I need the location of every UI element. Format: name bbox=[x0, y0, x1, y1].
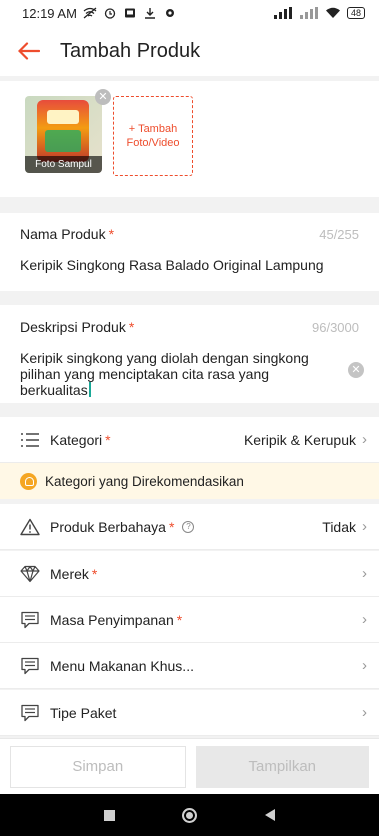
recommended-category-text: Kategori yang Direkomendasikan bbox=[45, 473, 244, 489]
required-mark: * bbox=[168, 518, 175, 535]
diamond-icon bbox=[20, 564, 40, 584]
signal-icon bbox=[273, 7, 292, 19]
char-count: 45/255 bbox=[319, 226, 359, 242]
category-row[interactable]: Kategori * Keripik & Kerupuk › bbox=[0, 417, 379, 463]
remove-photo-button[interactable]: ✕ bbox=[95, 89, 111, 105]
category-value: Keripik & Kerupuk bbox=[243, 431, 356, 448]
publish-button[interactable]: Tampilkan bbox=[195, 745, 369, 788]
battery-icon: 48 bbox=[346, 7, 365, 19]
page-title: Tambah Produk bbox=[60, 39, 201, 62]
download-icon bbox=[144, 8, 155, 19]
required-mark: * bbox=[105, 431, 111, 448]
char-count: 96/3000 bbox=[312, 319, 359, 335]
shelf-life-row[interactable]: Masa Penyimpanan * › bbox=[0, 597, 379, 643]
wifi-off-icon bbox=[83, 7, 97, 19]
brand-label: Merek bbox=[50, 565, 89, 582]
warning-icon bbox=[20, 517, 40, 537]
required-mark: * bbox=[128, 319, 135, 335]
arrow-left-icon bbox=[18, 42, 40, 60]
package-type-label: Tipe Paket bbox=[50, 704, 117, 721]
status-time: 12:19 AM bbox=[22, 5, 77, 21]
recents-icon[interactable] bbox=[103, 809, 115, 821]
dangerous-product-value: Tidak bbox=[322, 518, 356, 535]
description-text: Keripik singkong yang diolah dengan sing… bbox=[20, 350, 309, 398]
list-icon bbox=[20, 430, 40, 450]
description-label: Deskripsi Produk bbox=[20, 319, 126, 335]
add-photo-video-button[interactable]: + Tambah Foto/Video bbox=[113, 96, 193, 176]
description-input[interactable]: Keripik singkong yang diolah dengan sing… bbox=[20, 350, 340, 398]
product-name-field[interactable]: Nama Produk * 45/255 Keripik Singkong Ra… bbox=[0, 213, 379, 291]
lightbulb-icon bbox=[20, 472, 37, 490]
signal-4g-icon bbox=[299, 7, 318, 19]
alarm-icon bbox=[104, 8, 116, 19]
product-name-input[interactable]: Keripik Singkong Rasa Balado Original La… bbox=[20, 257, 359, 273]
settings-icon bbox=[165, 9, 174, 17]
required-mark: * bbox=[91, 565, 98, 582]
shelf-life-label: Masa Penyimpanan bbox=[50, 611, 174, 628]
status-bar: 12:19 AM 48 bbox=[0, 0, 379, 26]
text-cursor bbox=[88, 382, 91, 397]
help-icon[interactable]: ? bbox=[182, 520, 195, 533]
required-mark: * bbox=[176, 611, 183, 628]
chevron-right-icon: › bbox=[362, 431, 367, 448]
product-image bbox=[37, 100, 89, 162]
category-label: Kategori bbox=[50, 431, 103, 448]
back-nav-icon[interactable] bbox=[265, 809, 276, 821]
home-icon[interactable] bbox=[182, 807, 198, 823]
cover-caption: Foto Sampul bbox=[25, 156, 102, 173]
special-food-menu-label: Menu Makanan Khus... bbox=[50, 657, 194, 674]
dangerous-product-label: Produk Berbahaya bbox=[50, 518, 166, 535]
brand-row[interactable]: Merek * › bbox=[0, 551, 379, 597]
dangerous-product-row[interactable]: Produk Berbahaya * ? Tidak › bbox=[0, 504, 379, 550]
wifi-icon bbox=[325, 7, 340, 18]
note-icon bbox=[20, 610, 40, 630]
note-icon bbox=[20, 703, 40, 723]
package-type-row[interactable]: Tipe Paket › bbox=[0, 690, 379, 736]
add-media-label: + Tambah Foto/Video bbox=[126, 123, 180, 149]
chevron-right-icon: › bbox=[362, 565, 367, 582]
system-nav-bar bbox=[0, 794, 379, 836]
chevron-right-icon: › bbox=[362, 518, 367, 535]
bottom-action-bar: Simpan Tampilkan bbox=[0, 738, 379, 794]
chevron-right-icon: › bbox=[362, 704, 367, 721]
note-icon bbox=[20, 656, 40, 676]
gallery-icon bbox=[124, 8, 135, 18]
product-name-label: Nama Produk bbox=[20, 226, 106, 242]
app-bar: Tambah Produk bbox=[0, 26, 379, 76]
special-food-menu-row[interactable]: Menu Makanan Khus... › bbox=[0, 643, 379, 689]
clear-text-button[interactable]: ✕ bbox=[348, 362, 364, 378]
cover-photo[interactable]: Foto Sampul bbox=[25, 96, 102, 173]
chevron-right-icon: › bbox=[362, 611, 367, 628]
save-button[interactable]: Simpan bbox=[10, 745, 186, 788]
media-section: Foto Sampul ✕ + Tambah Foto/Video bbox=[0, 81, 379, 197]
back-button[interactable] bbox=[16, 38, 42, 64]
required-mark: * bbox=[108, 226, 115, 242]
description-field[interactable]: Deskripsi Produk * 96/3000 Keripik singk… bbox=[0, 305, 379, 403]
chevron-right-icon: › bbox=[362, 657, 367, 674]
recommended-category-banner[interactable]: Kategori yang Direkomendasikan bbox=[0, 463, 379, 499]
